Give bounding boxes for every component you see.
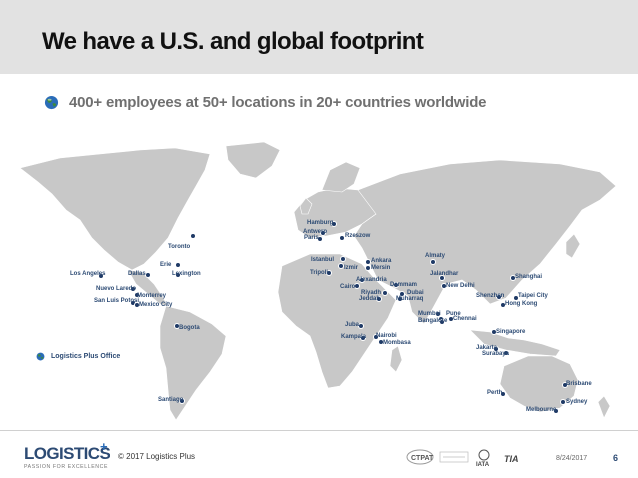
tia-label: TIA [504, 454, 519, 464]
logo-plus: + [100, 439, 108, 454]
city-label: Nuevo Laredo [96, 286, 137, 292]
city-label: Almaty [425, 253, 446, 259]
city-label: Perth [487, 390, 503, 396]
copyright: © 2017 Logistics Plus [118, 452, 196, 461]
city-label: Toronto [168, 244, 191, 250]
office-marker [340, 256, 346, 262]
office-marker [190, 233, 196, 239]
legend-label: Logistics Plus Office [51, 353, 121, 360]
world-map [19, 141, 617, 421]
city-label: Sydney [566, 399, 588, 405]
city-label: Dammam [390, 282, 418, 288]
greenland-shape [225, 141, 281, 179]
city-label: Chennai [453, 316, 477, 322]
city-label: Hamburg [307, 220, 334, 226]
bullet-text: 400+ employees at 50+ locations in 20+ c… [69, 94, 487, 111]
partner-seal-logo [439, 451, 469, 463]
partner-logos: CTPAT IATA TIA [406, 449, 519, 468]
ctpat-logo: CTPAT [406, 449, 434, 465]
city-label: Istanbul [311, 257, 335, 263]
iata-label: IATA [476, 462, 490, 468]
city-label: Surabaya [482, 351, 510, 357]
iata-logo: IATA [476, 449, 490, 468]
city-label: Rzeszow [345, 233, 371, 239]
city-label: Dallas [128, 271, 146, 277]
city-label: Shenzhen [476, 293, 505, 299]
bullet-row: 400+ employees at 50+ locations in 20+ c… [44, 94, 487, 111]
logo-wordmark: LOGISTICS [24, 444, 110, 463]
madagascar-shape [389, 345, 403, 373]
city-label: Melbourne [526, 407, 557, 413]
japan-shape [565, 233, 581, 259]
office-marker [382, 290, 388, 296]
city-label: Shanghai [515, 274, 543, 280]
office-marker [430, 259, 436, 265]
city-label: Kampala [341, 334, 367, 340]
city-label: Mersin [371, 265, 391, 271]
city-label: Santiago [158, 397, 184, 403]
city-label: Juba [345, 322, 360, 328]
city-label: Cairo [340, 284, 356, 290]
city-label: Monterrey [137, 293, 167, 299]
city-label: Paris [304, 235, 319, 241]
city-label: Brisbane [566, 381, 592, 387]
legend: Logistics Plus Office [36, 352, 120, 361]
tia-logo: TIA [504, 454, 519, 464]
city-label: Los Angeles [70, 271, 106, 277]
north-america-shape [19, 147, 211, 271]
city-label: Nairobi [376, 333, 397, 339]
scandinavia-shape [321, 161, 361, 193]
globe-icon [44, 95, 59, 110]
city-label: Mexico City [139, 302, 173, 308]
slide-date: 8/24/2017 [556, 455, 588, 462]
city-label: Jalandhar [430, 271, 459, 277]
city-label: Mumbai [418, 311, 441, 317]
logo-graphic: LOGISTICS + PASSION FOR EXCELLENCE [24, 439, 111, 470]
company-logo: LOGISTICS + PASSION FOR EXCELLENCE [24, 437, 111, 471]
page-title: We have a U.S. and global footprint [42, 28, 424, 55]
city-label: Izmir [344, 265, 359, 271]
city-label: Bangalore [418, 318, 448, 324]
city-label: New Delhi [446, 283, 475, 289]
city-label: Lexington [172, 271, 201, 277]
page-number: 6 [613, 453, 619, 463]
ctpat-label: CTPAT [411, 455, 434, 462]
new-zealand-shape [597, 395, 611, 419]
city-label: Ankara [371, 258, 392, 264]
city-label: Tripoli [310, 270, 328, 276]
city-label: Hong Kong [505, 301, 538, 307]
city-label: Bogota [179, 325, 200, 331]
globe-icon [36, 352, 45, 361]
city-label: San Luis Potosi [94, 298, 140, 304]
city-label: Alexandria [356, 277, 387, 283]
city-label: Mombasa [383, 340, 411, 346]
logo-tagline: PASSION FOR EXCELLENCE [24, 464, 108, 470]
city-label: Erie [160, 262, 172, 268]
city-label: Taipei City [518, 293, 548, 299]
city-label: Muharraq [396, 296, 424, 302]
city-label: Jeddah [359, 296, 381, 302]
office-marker [175, 262, 181, 268]
footer-divider [0, 430, 638, 431]
city-label: Singapore [496, 329, 526, 335]
